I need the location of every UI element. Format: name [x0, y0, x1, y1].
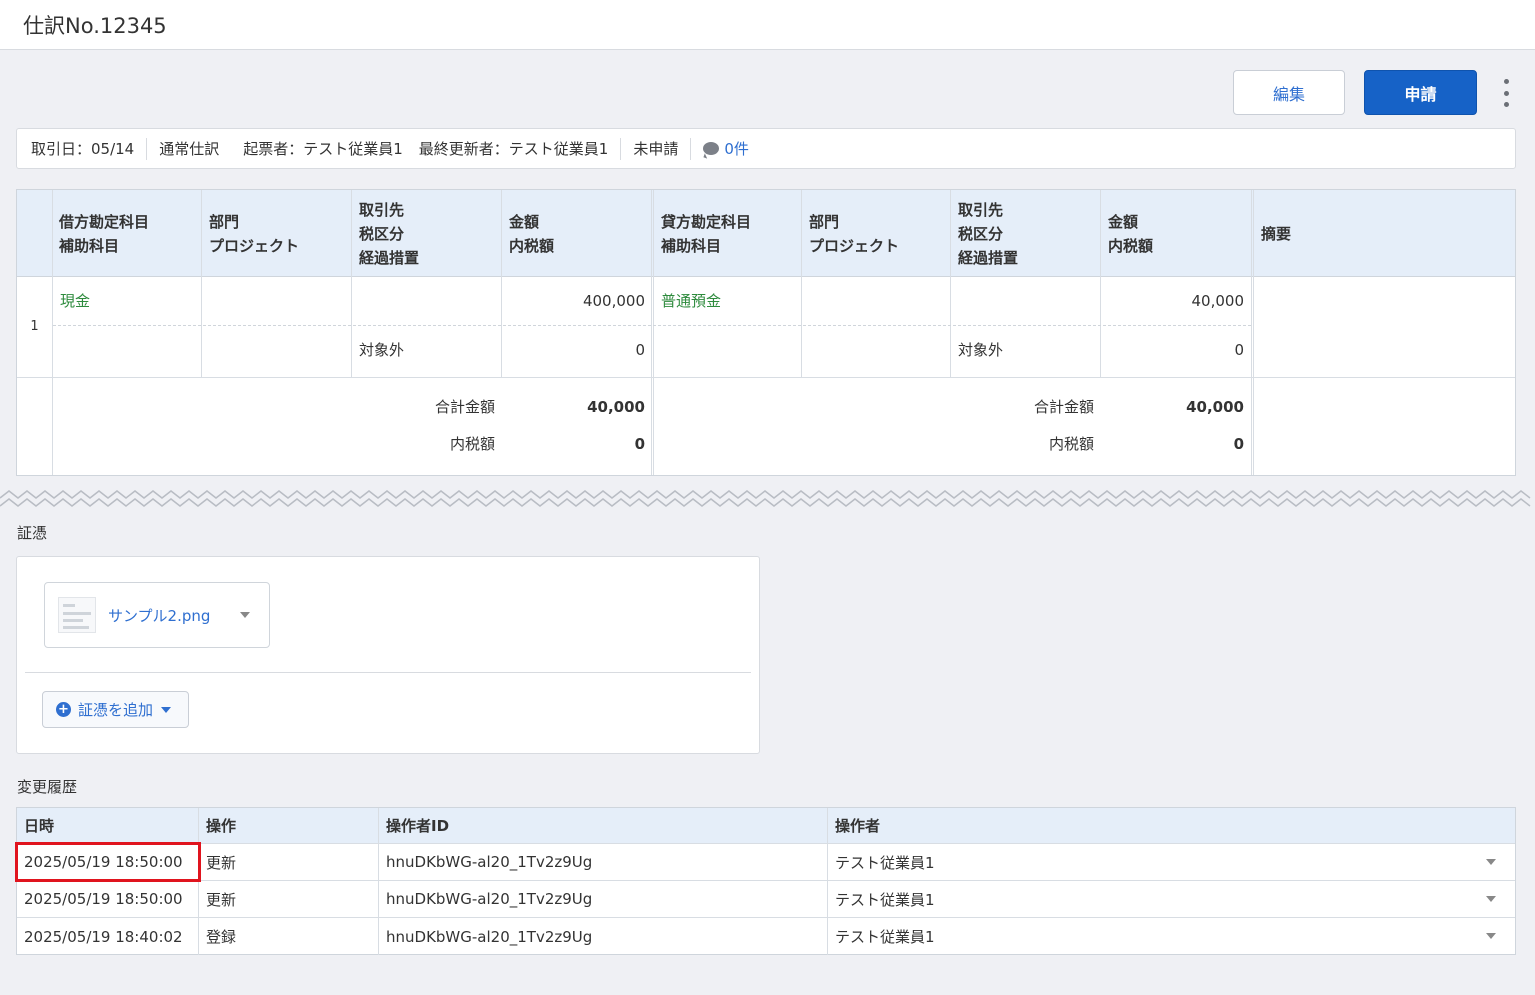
debit-total: 40,000 [587, 398, 645, 416]
comments-link[interactable]: 0件 [690, 137, 761, 160]
credit-total-label: 合計金額 [1033, 398, 1094, 416]
voucher-file-card[interactable]: サンプル2.png [44, 582, 270, 648]
status-badge: 未申請 [620, 137, 690, 160]
last-updater: 最終更新者：テスト従業員1 [418, 139, 609, 158]
credit-amount: 40,000 [1191, 292, 1245, 310]
page-title: 仕訳No.12345 [23, 14, 167, 38]
top-bar: 仕訳No.12345 [0, 0, 1535, 50]
credit-tax-amount: 0 [1234, 341, 1244, 359]
history-operation: 更新 [198, 844, 378, 880]
column-header-datetime: 日時 [24, 817, 55, 835]
voucher-panel: サンプル2.png + 証憑を追加 [16, 556, 760, 754]
credit-tax-class: 対象外 [958, 341, 1004, 359]
journal-table: 借方勘定科目 補助科目 部門 プロジェクト 取引先 税区分 経過措置 金額 内税額 貸方勘… [16, 189, 1516, 476]
chevron-down-icon[interactable] [1486, 859, 1496, 865]
credit-account-header: 貸方勘定科目 補助科目 [661, 212, 752, 255]
credit-tax-total: 0 [1233, 435, 1244, 453]
history-section-title: 変更履歴 [17, 778, 78, 796]
debit-dept-header: 部門 プロジェクト [209, 212, 300, 255]
history-operator-id: hnuDKbWG-al20_1Tv2z9Ug [378, 881, 828, 917]
history-operator: テスト従業員1 [827, 881, 1427, 917]
history-operator-id: hnuDKbWG-al20_1Tv2z9Ug [378, 918, 828, 955]
credit-tax-label: 内税額 [1048, 435, 1094, 453]
column-header-operator-id: 操作者ID [378, 808, 828, 843]
column-header-operation: 操作 [198, 808, 378, 843]
history-operation: 更新 [198, 881, 378, 917]
table-row[interactable]: 2025/05/19 18:40:02 登録 hnuDKbWG-al20_1Tv… [17, 918, 1515, 955]
column-header-operator: 操作者 [827, 808, 1427, 843]
journal-type: 通常仕訳 [146, 137, 231, 160]
debit-tax-class: 対象外 [359, 341, 405, 359]
debit-partner-header: 取引先 税区分 経過措置 [359, 200, 420, 267]
history-header-row: 日時 操作 操作者ID 操作者 [17, 808, 1515, 844]
table-row[interactable]: 2025/05/19 18:50:00 更新 hnuDKbWG-al20_1Tv… [17, 844, 1515, 881]
more-options-icon[interactable] [1498, 79, 1514, 107]
edit-button[interactable]: 編集 [1233, 70, 1345, 115]
table-row[interactable]: 2025/05/19 18:50:00 更新 hnuDKbWG-al20_1Tv… [17, 881, 1515, 918]
history-datetime: 2025/05/19 18:40:02 [24, 927, 183, 946]
debit-account-header: 借方勘定科目 補助科目 [59, 212, 150, 255]
debit-tax-amount: 0 [635, 341, 645, 359]
comment-icon [703, 142, 720, 155]
row-number: 1 [30, 319, 39, 334]
transaction-date: 取引日：05/14 [31, 139, 135, 158]
memo-header: 摘要 [1261, 224, 1292, 243]
credit-partner-header: 取引先 税区分 経過措置 [958, 200, 1019, 267]
credit-account[interactable]: 普通預金 [661, 291, 721, 311]
credit-total: 40,000 [1186, 398, 1244, 416]
debit-amount: 400,000 [582, 292, 645, 310]
debit-tax-label: 内税額 [449, 435, 495, 453]
chevron-down-icon[interactable] [1486, 933, 1496, 939]
add-voucher-label: 証憑を追加 [78, 701, 154, 719]
voucher-file-name[interactable]: サンプル2.png [108, 605, 210, 626]
comments-count: 0件 [724, 139, 749, 158]
history-datetime: 2025/05/19 18:50:00 [24, 890, 183, 908]
chevron-down-icon[interactable] [240, 612, 251, 618]
history-operation: 登録 [198, 918, 378, 955]
debit-amount-header: 金額 内税額 [509, 212, 555, 255]
credit-amount-header: 金額 内税額 [1108, 212, 1154, 255]
credit-dept-header: 部門 プロジェクト [809, 212, 900, 255]
history-operator: テスト従業員1 [827, 844, 1427, 880]
apply-button[interactable]: 申請 [1364, 70, 1477, 115]
add-voucher-button[interactable]: + 証憑を追加 [42, 691, 189, 728]
history-operator: テスト従業員1 [827, 918, 1427, 955]
zigzag-divider [0, 490, 1531, 507]
highlight-box [15, 842, 201, 882]
debit-total-label: 合計金額 [434, 398, 495, 416]
plus-circle-icon: + [56, 702, 71, 717]
image-thumbnail-icon [58, 597, 96, 633]
chevron-down-icon[interactable] [1486, 896, 1496, 902]
voucher-section-title: 証憑 [17, 524, 48, 542]
history-operator-id: hnuDKbWG-al20_1Tv2z9Ug [378, 844, 828, 880]
journal-info-bar: 取引日：05/14 通常仕訳 起票者：テスト従業員1 最終更新者：テスト従業員1… [16, 128, 1516, 169]
debit-tax-total: 0 [634, 435, 645, 453]
creator: 起票者：テスト従業員1 [243, 139, 403, 158]
history-table: 日時 操作 操作者ID 操作者 2025/05/19 18:50:00 更新 h… [16, 807, 1516, 955]
chevron-down-icon [161, 706, 172, 713]
debit-account[interactable]: 現金 [60, 291, 90, 311]
